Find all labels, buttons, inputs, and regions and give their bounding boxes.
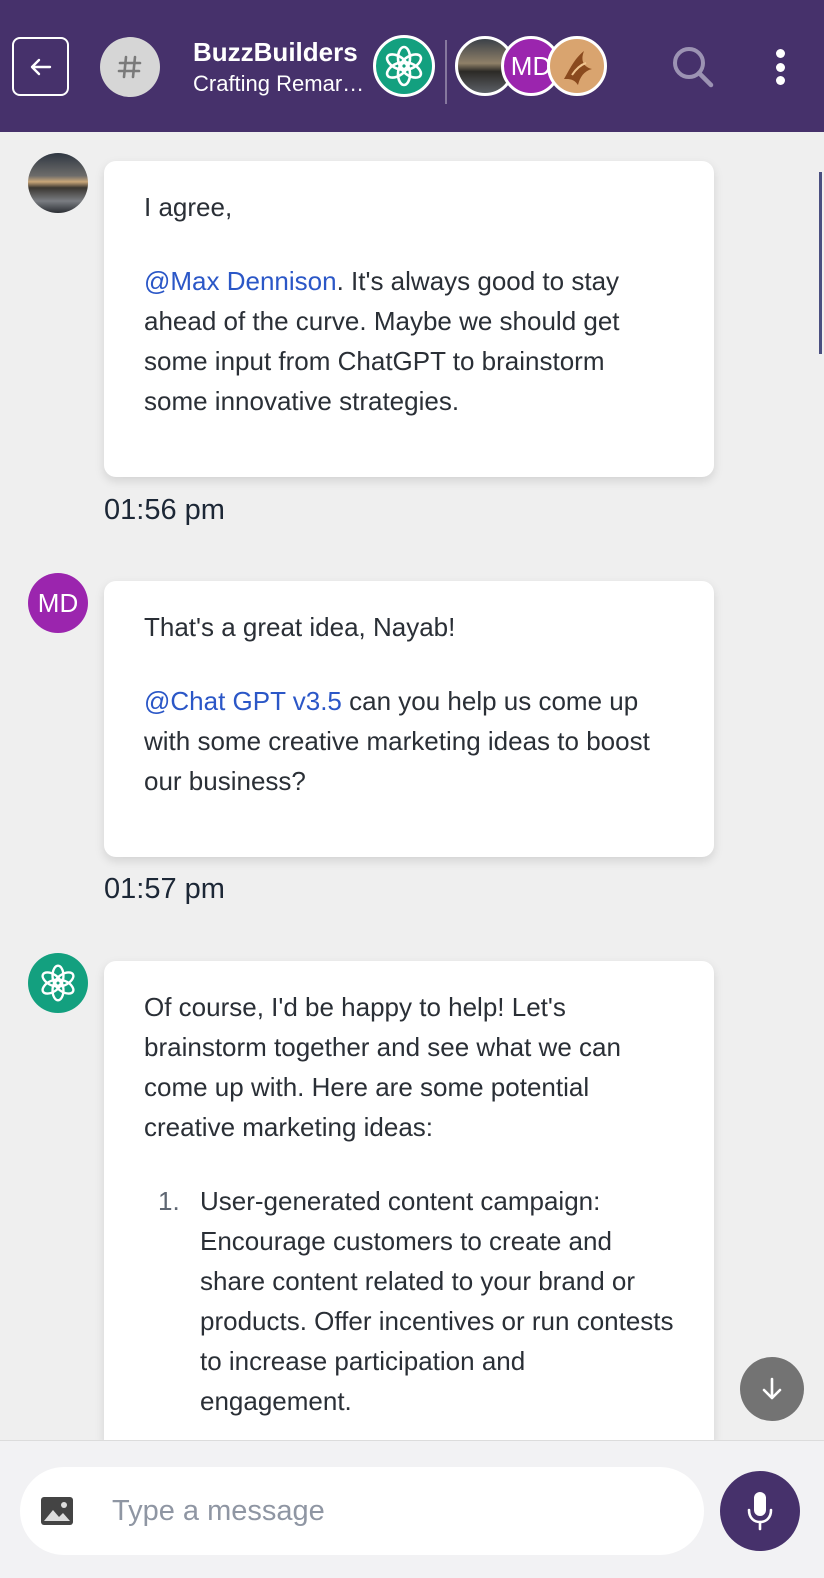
message-bubble: That's a great idea, Nayab! @Chat GPT v3… [104, 581, 714, 857]
list-item: 1. User-generated content campaign: Enco… [144, 1181, 674, 1421]
mention-link[interactable]: @Chat GPT v3.5 [144, 686, 342, 716]
chatgpt-icon[interactable] [28, 953, 88, 1013]
message-timestamp: 01:57 pm [104, 873, 225, 905]
message-composer [0, 1440, 824, 1578]
group-subtitle: Crafting Remarkable Experiences [193, 71, 375, 96]
member-avatar[interactable] [547, 36, 607, 96]
message-input[interactable] [112, 1487, 672, 1535]
arrow-left-icon [30, 58, 51, 75]
message-input-container [20, 1467, 704, 1555]
search-button[interactable] [670, 44, 716, 90]
member-initials: MD [510, 50, 552, 81]
message-bubble: I agree, @Max Dennison. It's always good… [104, 161, 714, 477]
message-intro: Of course, I'd be happy to help! Let's b… [144, 992, 621, 1142]
sender-avatar[interactable] [28, 153, 88, 213]
header-divider [445, 40, 447, 104]
back-button[interactable] [12, 37, 69, 96]
message-greeting: I agree, [144, 192, 233, 222]
scrollbar[interactable] [819, 172, 822, 354]
attach-image-button[interactable] [40, 1495, 74, 1527]
group-name: BuzzBuilders [193, 37, 358, 67]
group-title[interactable]: BuzzBuilders Crafting Remarkable Experie… [193, 36, 393, 100]
image-icon [41, 1497, 73, 1525]
kebab-dot [775, 62, 785, 72]
message-greeting: That's a great idea, Nayab! [144, 612, 456, 642]
kebab-dot [775, 49, 785, 58]
microphone-icon [747, 1492, 773, 1531]
message-text: @Chat GPT v3.5 can you help us come up w… [144, 681, 674, 801]
message-bubble: Of course, I'd be happy to help! Let's b… [104, 961, 714, 1441]
chat-header: BuzzBuilders Crafting Remarkable Experie… [0, 0, 824, 132]
voice-record-button[interactable] [720, 1471, 800, 1551]
search-icon [673, 47, 714, 88]
chatgpt-icon[interactable] [373, 35, 435, 97]
ordered-list: 1. User-generated content campaign: Enco… [144, 1181, 674, 1421]
avatar-initials: MD [37, 587, 79, 618]
message-timestamp: 01:56 pm [104, 494, 225, 526]
list-number: 1. [158, 1186, 180, 1216]
channel-hash-icon [100, 37, 160, 97]
list-text: User-generated content campaign: Encoura… [200, 1186, 674, 1416]
sender-avatar-md[interactable]: MD [28, 573, 88, 633]
scroll-to-bottom-button[interactable] [740, 1357, 804, 1421]
arrow-down-icon [762, 1377, 782, 1400]
more-options-button[interactable] [768, 45, 792, 89]
message-text: @Max Dennison. It's always good to stay … [144, 261, 674, 421]
mention-link[interactable]: @Max Dennison [144, 266, 337, 296]
kebab-dot [775, 76, 785, 85]
